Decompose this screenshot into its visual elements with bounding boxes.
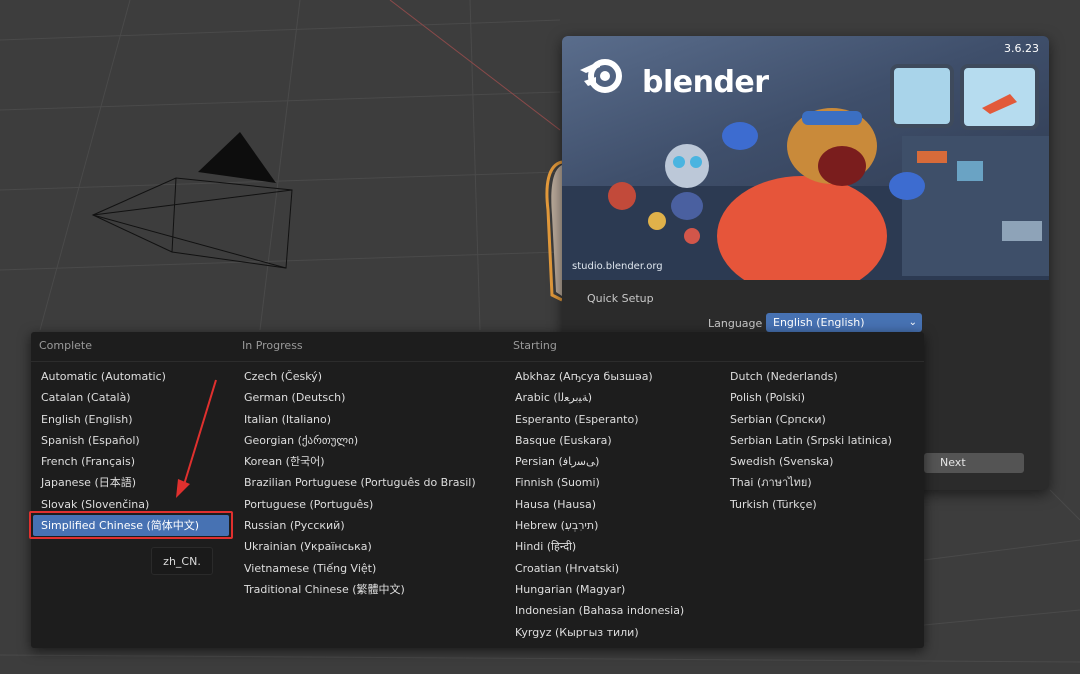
language-item[interactable]: English (English) bbox=[33, 409, 229, 430]
language-item[interactable]: Croatian (Hrvatski) bbox=[507, 558, 684, 579]
language-item[interactable]: Portuguese (Português) bbox=[236, 494, 476, 515]
menu-divider bbox=[31, 361, 924, 362]
column-header-complete: Complete bbox=[39, 339, 93, 352]
camera-up-triangle bbox=[198, 132, 276, 183]
language-item[interactable]: Hindi (हिन्दी) bbox=[507, 536, 684, 557]
language-item[interactable]: Automatic (Automatic) bbox=[33, 366, 229, 387]
splash-image: 3.6.23 blender studio.blender.org bbox=[562, 36, 1049, 280]
quick-setup-title: Quick Setup bbox=[587, 292, 654, 305]
language-code-tooltip: zh_CN. bbox=[151, 547, 213, 575]
language-item[interactable]: Traditional Chinese (繁體中文) bbox=[236, 579, 476, 600]
language-item[interactable]: Russian (Русский) bbox=[236, 515, 476, 536]
language-item[interactable]: Serbian (Српски) bbox=[722, 409, 892, 430]
language-item[interactable]: Czech (Český) bbox=[236, 366, 476, 387]
column-starting: Abkhaz (Аҧсуа бызшәа) Arabic (ﺔﻴﺑﺮﻌﻟﺍ) E… bbox=[507, 366, 684, 643]
brand-wordmark: blender bbox=[642, 64, 769, 100]
language-item[interactable]: Persian (ﯽﺳﺭﺎﻓ) bbox=[507, 451, 684, 472]
language-item[interactable]: Hebrew (תירִבְעִ) bbox=[507, 515, 684, 536]
studio-url: studio.blender.org bbox=[572, 261, 663, 272]
chevron-down-icon: ⌄ bbox=[908, 317, 917, 328]
camera-object bbox=[91, 177, 293, 269]
language-item[interactable]: French (Français) bbox=[33, 451, 229, 472]
language-item[interactable]: Swedish (Svenska) bbox=[722, 451, 892, 472]
language-item[interactable]: Kyrgyz (Кыргыз тили) bbox=[507, 622, 684, 643]
column-header-in-progress: In Progress bbox=[242, 339, 303, 352]
language-item[interactable]: Korean (한국어) bbox=[236, 451, 476, 472]
language-item[interactable]: Esperanto (Esperanto) bbox=[507, 409, 684, 430]
blender-logo: blender bbox=[636, 62, 769, 102]
language-item[interactable]: Hungarian (Magyar) bbox=[507, 579, 684, 600]
language-item[interactable]: Georgian (ქართული) bbox=[236, 430, 476, 451]
language-item[interactable]: Indonesian (Bahasa indonesia) bbox=[507, 600, 684, 621]
language-item[interactable]: Hausa (Hausa) bbox=[507, 494, 684, 515]
language-dropdown-value: English (English) bbox=[773, 316, 865, 329]
language-item[interactable]: Dutch (Nederlands) bbox=[722, 366, 892, 387]
language-item[interactable]: Vietnamese (Tiếng Việt) bbox=[236, 558, 476, 579]
language-item[interactable]: Brazilian Portuguese (Português do Brasi… bbox=[236, 472, 476, 493]
annotation-highlight-box bbox=[29, 511, 233, 539]
next-button[interactable]: Next bbox=[924, 453, 1024, 473]
language-item[interactable]: Basque (Euskara) bbox=[507, 430, 684, 451]
column-starting-2: Dutch (Nederlands) Polish (Polski) Serbi… bbox=[722, 366, 892, 515]
language-item[interactable]: Ukrainian (Українська) bbox=[236, 536, 476, 557]
language-item[interactable]: German (Deutsch) bbox=[236, 387, 476, 408]
column-header-starting: Starting bbox=[513, 339, 557, 352]
language-item[interactable]: Serbian Latin (Srpski latinica) bbox=[722, 430, 892, 451]
language-item[interactable]: Thai (ภาษาไทย) bbox=[722, 472, 892, 493]
language-item[interactable]: Turkish (Türkçe) bbox=[722, 494, 892, 515]
language-item[interactable]: Arabic (ﺔﻴﺑﺮﻌﻟﺍ) bbox=[507, 387, 684, 408]
language-item[interactable]: Abkhaz (Аҧсуа бызшәа) bbox=[507, 366, 684, 387]
column-in-progress: Czech (Český) German (Deutsch) Italian (… bbox=[236, 366, 476, 600]
language-item[interactable]: Polish (Polski) bbox=[722, 387, 892, 408]
language-item[interactable]: Finnish (Suomi) bbox=[507, 472, 684, 493]
language-menu: Complete In Progress Starting Automatic … bbox=[31, 332, 924, 648]
language-item[interactable]: Spanish (Español) bbox=[33, 430, 229, 451]
language-label: Language bbox=[708, 317, 763, 330]
language-item[interactable]: Japanese (日本語) bbox=[33, 472, 229, 493]
language-item[interactable]: Italian (Italiano) bbox=[236, 409, 476, 430]
version-label: 3.6.23 bbox=[1004, 42, 1039, 55]
language-dropdown[interactable]: English (English) ⌄ bbox=[766, 313, 922, 332]
language-item[interactable]: Catalan (Català) bbox=[33, 387, 229, 408]
